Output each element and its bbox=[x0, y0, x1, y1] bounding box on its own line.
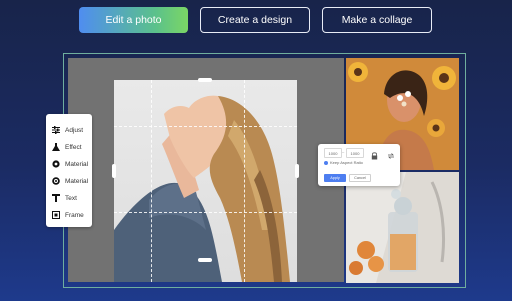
tab-make-collage[interactable]: Make a collage bbox=[322, 7, 432, 33]
crop-guide-vertical bbox=[244, 80, 245, 282]
sliders-icon bbox=[52, 126, 60, 134]
photo-canvas[interactable] bbox=[68, 58, 344, 282]
flask-icon bbox=[52, 143, 60, 151]
collage-photo-drink[interactable] bbox=[346, 172, 459, 283]
crop-guide-vertical bbox=[151, 80, 152, 282]
keep-ratio-label: Keep Aspect Ratio bbox=[330, 160, 363, 165]
tool-frame[interactable]: Frame bbox=[52, 209, 84, 221]
swap-icon[interactable] bbox=[387, 147, 395, 165]
resize-popup: 1000 – 1000 Keep Aspect Ratio Apply Canc… bbox=[318, 144, 400, 186]
tool-effect[interactable]: Effect bbox=[52, 141, 82, 153]
tool-label: Effect bbox=[65, 143, 82, 151]
tool-adjust[interactable]: Adjust bbox=[52, 124, 83, 136]
crop-handle-bottom[interactable] bbox=[198, 258, 212, 262]
main-photo bbox=[114, 80, 297, 282]
tool-label: Material bbox=[65, 177, 89, 185]
material-icon bbox=[52, 160, 60, 168]
crop-handle-left[interactable] bbox=[112, 164, 116, 178]
text-icon bbox=[52, 194, 60, 202]
tool-label: Adjust bbox=[65, 126, 84, 134]
tab-edit-photo[interactable]: Edit a photo bbox=[79, 7, 188, 33]
frame-icon bbox=[52, 211, 60, 219]
crop-guide-horizontal bbox=[114, 212, 297, 213]
height-input[interactable]: 1000 bbox=[346, 148, 364, 158]
crop-handle-top[interactable] bbox=[198, 78, 212, 82]
dimension-separator-icon: – bbox=[342, 149, 345, 154]
tool-label: Material bbox=[65, 160, 89, 168]
crop-handle-right[interactable] bbox=[295, 164, 299, 178]
tool-material[interactable]: Material bbox=[52, 158, 88, 170]
tool-label: Text bbox=[65, 194, 77, 202]
tool-panel: Adjust Effect Material Material Text Fra… bbox=[46, 114, 92, 227]
tool-text[interactable]: Text bbox=[52, 192, 77, 204]
sticker-icon bbox=[52, 177, 60, 185]
tool-label: Frame bbox=[65, 211, 84, 219]
cancel-button[interactable]: Cancel bbox=[349, 174, 371, 182]
lock-icon[interactable] bbox=[371, 147, 378, 165]
tool-material-sticker[interactable]: Material bbox=[52, 175, 88, 187]
tab-create-design[interactable]: Create a design bbox=[200, 7, 310, 33]
crop-guide-horizontal bbox=[114, 126, 297, 127]
width-input[interactable]: 1000 bbox=[324, 148, 342, 158]
apply-button[interactable]: Apply bbox=[324, 174, 346, 182]
keep-ratio-checkbox[interactable] bbox=[324, 161, 328, 165]
